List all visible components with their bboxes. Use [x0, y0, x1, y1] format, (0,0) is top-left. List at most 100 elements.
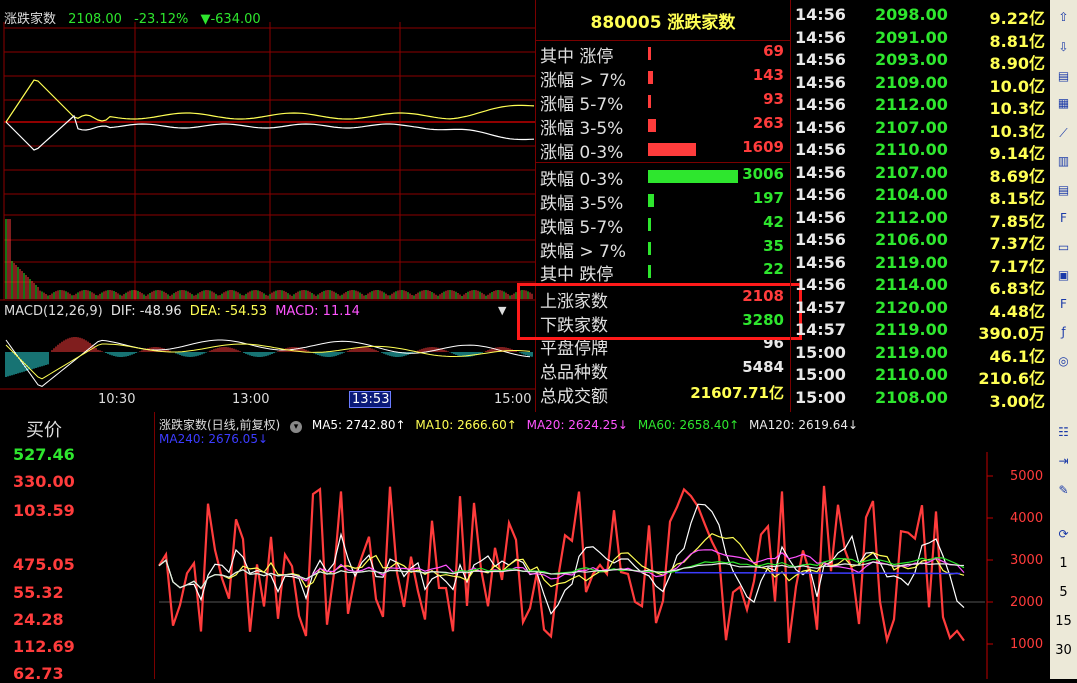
- stat-value: 35: [763, 237, 784, 255]
- refresh-icon[interactable]: ◎: [1054, 352, 1073, 371]
- bid-value: 527.46: [13, 445, 75, 464]
- calendar-icon[interactable]: ▣: [1054, 266, 1073, 285]
- doc-icon[interactable]: ▭: [1054, 238, 1073, 257]
- tick-row[interactable]: 14:56 2119.00 7.17亿: [791, 253, 1049, 276]
- chart-icon[interactable]: ⟋: [1054, 124, 1073, 143]
- f10-icon[interactable]: F: [1054, 209, 1073, 228]
- bid-value: 103.59: [13, 501, 75, 520]
- candle-icon[interactable]: ▥: [1054, 152, 1073, 171]
- tick-row[interactable]: 14:57 2120.00 4.48亿: [791, 297, 1049, 321]
- stat-row: 跌幅 5-7% 42: [540, 213, 788, 238]
- stat-value: 69: [763, 42, 784, 60]
- tick-vol: 10.3亿: [989, 121, 1045, 141]
- down-arrow-icon[interactable]: ⇩: [1054, 38, 1073, 57]
- tick-vol: 6.83亿: [989, 279, 1045, 298]
- bid-value: 55.32: [13, 583, 64, 602]
- tick-row[interactable]: 14:56 2093.00 8.90亿: [791, 50, 1049, 73]
- f12-icon[interactable]: F: [1054, 295, 1073, 314]
- tick-time: 14:56: [795, 72, 846, 92]
- macd-label: MACD(12,26,9): [4, 304, 103, 319]
- period-button[interactable]: 1: [1050, 556, 1077, 571]
- stat-row: 总品种数 5484: [540, 358, 788, 383]
- intraday-chart-panel[interactable]: 涨跌家数 2108.00 -23.12% ▼-634.00 MACD(12,26…: [0, 0, 536, 412]
- tick-time: 14:57: [795, 320, 846, 339]
- tick-time: 14:56: [795, 50, 846, 69]
- edit-icon[interactable]: ⟳: [1054, 525, 1073, 544]
- formula-icon[interactable]: ☷: [1054, 423, 1073, 442]
- intraday-header: 涨跌家数 2108.00 -23.12% ▼-634.00: [4, 8, 269, 27]
- tick-row[interactable]: 14:56 2091.00 8.81亿: [791, 28, 1049, 51]
- tick-time: 14:56: [795, 95, 846, 114]
- tick-time: 14:56: [795, 185, 846, 204]
- macd-menu-icon[interactable]: ▼: [498, 304, 506, 317]
- tick-vol: 7.37亿: [989, 234, 1045, 253]
- tick-price: 2120.00: [875, 297, 948, 317]
- stat-bar: [648, 170, 738, 183]
- stat-value: 5484: [742, 358, 784, 376]
- tick-vol: 7.17亿: [989, 256, 1045, 276]
- tick-row[interactable]: 14:56 2114.00 6.83亿: [791, 275, 1049, 298]
- ma60-label: MA60: 2658.40↑: [637, 418, 740, 432]
- stat-value: 21607.71亿: [690, 384, 784, 402]
- exit-icon[interactable]: ⇥: [1054, 452, 1073, 471]
- ma240-line: [674, 571, 961, 575]
- pencil-icon[interactable]: ✎: [1054, 481, 1073, 500]
- daily-chart-panel[interactable]: 涨跌家数(日线,前复权) ▾ MA5: 2742.80↑ MA10: 2666.…: [155, 412, 1050, 679]
- tick-row[interactable]: 14:56 2098.00 9.22亿: [791, 5, 1049, 28]
- tick-row[interactable]: 14:56 2112.00 10.3亿: [791, 95, 1049, 118]
- daily-chart-canvas[interactable]: [155, 412, 1050, 679]
- tick-price: 2107.00: [875, 162, 948, 182]
- stat-bar: [648, 143, 696, 156]
- fx-icon[interactable]: ƒ: [1054, 323, 1073, 342]
- up-arrow-icon[interactable]: ⇧: [1054, 8, 1073, 27]
- tick-row[interactable]: 15:00 2108.00 3.00亿: [791, 388, 1049, 411]
- stat-row: 跌幅 > 7% 35: [540, 237, 788, 262]
- period-button[interactable]: 15: [1050, 614, 1077, 629]
- stat-bar: [648, 242, 651, 255]
- tick-row[interactable]: 14:56 2104.00 8.15亿: [791, 185, 1049, 208]
- stat-bar: [648, 71, 653, 84]
- tick-price: 2112.00: [875, 207, 948, 227]
- tick-row[interactable]: 15:00 2119.00 46.1亿: [791, 343, 1049, 366]
- tick-time: 14:56: [795, 207, 846, 227]
- ma10-label: MA10: 2666.60↑: [415, 418, 517, 432]
- tick-row[interactable]: 14:56 2107.00 8.69亿: [791, 162, 1049, 186]
- tick-row[interactable]: 14:56 2107.00 10.3亿: [791, 118, 1049, 141]
- tick-vol: 9.22亿: [989, 9, 1045, 28]
- stat-row: 涨幅 0-3% 1609: [540, 138, 788, 163]
- stat-value: 197: [752, 189, 784, 207]
- tick-vol: 10.3亿: [989, 99, 1045, 118]
- daily-header: 涨跌家数(日线,前复权) ▾ MA5: 2742.80↑ MA10: 2666.…: [159, 416, 864, 433]
- tick-row[interactable]: 15:00 2110.00 210.6亿: [791, 365, 1049, 388]
- tick-time: 14:56: [795, 140, 846, 159]
- tick-list[interactable]: 14:56 2098.00 9.22亿 14:56 2091.00 8.81亿 14:56 2…: [790, 0, 1048, 412]
- grid-icon[interactable]: ▦: [1054, 94, 1073, 113]
- stat-value: 143: [752, 66, 784, 84]
- tick-vol: 390.0万: [978, 324, 1045, 343]
- period-button[interactable]: 5: [1050, 585, 1077, 600]
- stat-bar: [648, 194, 654, 207]
- stat-label: 其中 跌停: [540, 265, 614, 285]
- tick-row[interactable]: 14:57 2119.00 390.0万: [791, 320, 1049, 343]
- macd-value: MACD: 11.14: [275, 304, 360, 319]
- tick-time: 14:57: [795, 297, 846, 317]
- stat-row: 跌幅 0-3% 3006: [540, 165, 788, 190]
- tick-row[interactable]: 14:56 2109.00 10.0亿: [791, 72, 1049, 96]
- tick-row[interactable]: 14:56 2106.00 7.37亿: [791, 230, 1049, 253]
- stat-label: 涨幅 0-3%: [540, 143, 624, 163]
- tick-row[interactable]: 14:56 2110.00 9.14亿: [791, 140, 1049, 163]
- ma-menu-icon[interactable]: ▾: [290, 421, 303, 433]
- macd-dif: DIF: -48.96: [110, 304, 182, 319]
- period-button[interactable]: 30: [1050, 643, 1077, 658]
- stat-bar: [648, 95, 651, 108]
- intraday-chart-canvas[interactable]: [0, 0, 536, 412]
- ma20-label: MA20: 2624.25↓: [526, 418, 628, 432]
- list-icon[interactable]: ▤: [1054, 67, 1073, 86]
- tick-row[interactable]: 14:56 2112.00 7.85亿: [791, 207, 1049, 231]
- tick-vol: 210.6亿: [978, 369, 1045, 388]
- tick-price: 2114.00: [875, 275, 948, 294]
- tick-time: 14:56: [795, 5, 846, 24]
- bid-price-list: 买价 527.46 330.00 103.59 475.05 55.32 24.28 112…: [0, 412, 155, 683]
- table-icon[interactable]: ▤: [1054, 181, 1073, 200]
- stat-row: 其中 涨停 69: [540, 42, 788, 67]
